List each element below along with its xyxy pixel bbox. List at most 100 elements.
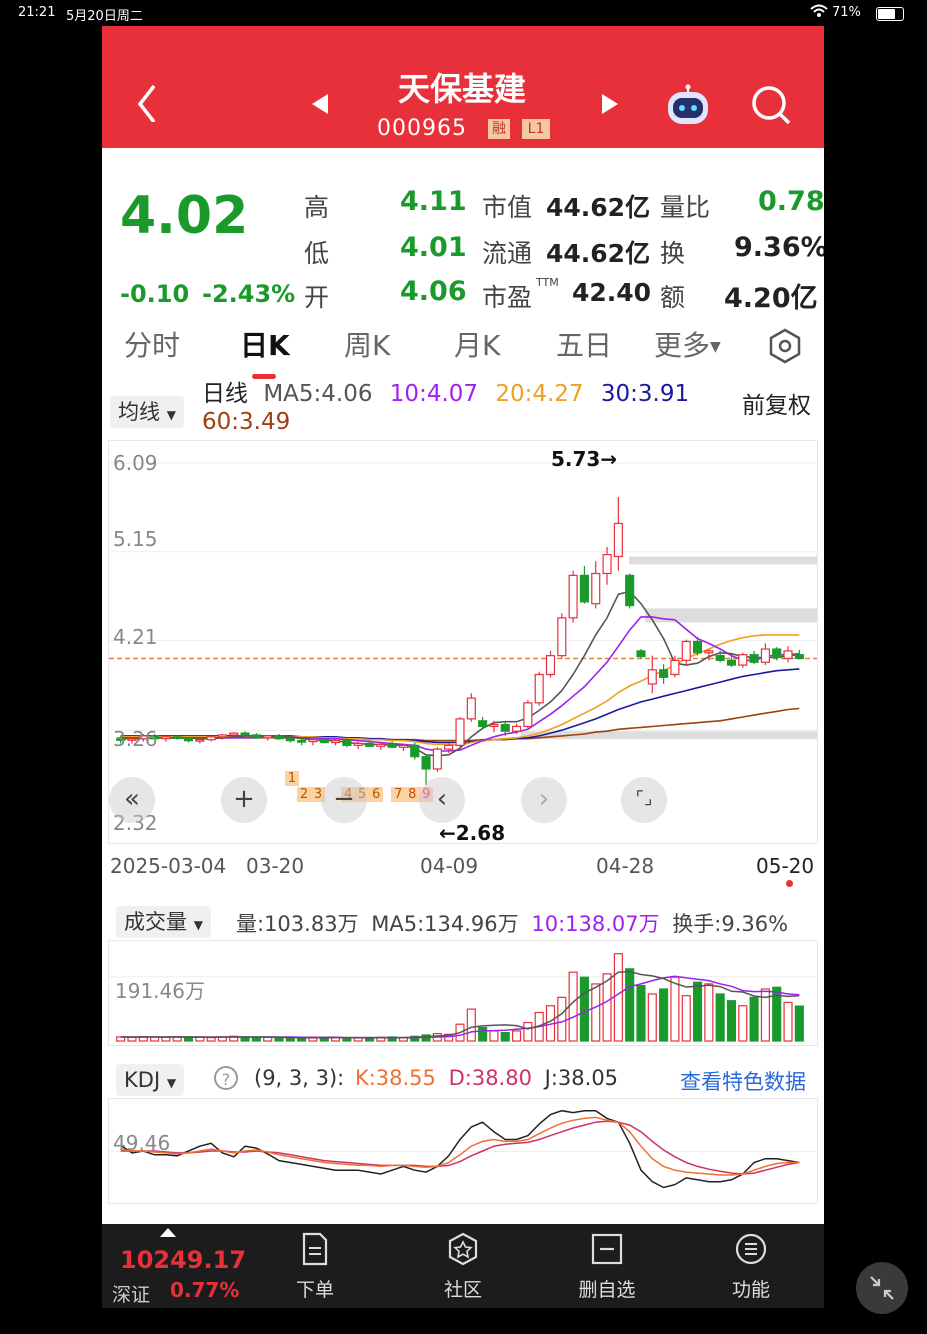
prev-stock-button[interactable] <box>308 92 332 116</box>
y-label-3: 4.21 <box>113 625 158 649</box>
next-stock-button[interactable] <box>598 92 622 116</box>
scroll-start-button[interactable]: « <box>109 777 155 823</box>
expand-up-icon[interactable] <box>160 1228 176 1237</box>
ma20-value: 20:4.27 <box>495 381 584 407</box>
tab-more[interactable]: 更多▼ <box>654 326 721 386</box>
badge-7: 7 <box>391 787 406 802</box>
zoom-out-button[interactable]: − <box>321 777 367 823</box>
pattern-badges: 1 <box>285 771 299 786</box>
x-label-4: 04-28 <box>596 854 655 878</box>
nav-remove-watchlist-label: 删自选 <box>578 1279 636 1301</box>
volume-bar-up <box>511 1030 522 1042</box>
scroll-right-button[interactable]: › <box>521 777 567 823</box>
candle-down <box>240 732 250 736</box>
latest-dot <box>786 880 793 887</box>
candle-down <box>659 669 669 678</box>
x-label-3: 04-09 <box>420 854 479 878</box>
index-name: 深证 <box>112 1284 151 1306</box>
candle-down <box>297 740 307 743</box>
nav-community[interactable]: 社区 <box>418 1232 508 1302</box>
candle-down <box>636 650 646 658</box>
candle-up <box>670 659 680 676</box>
hexagon-settings-icon <box>769 328 801 364</box>
candle-up <box>647 669 657 685</box>
volume-bar-down <box>726 1000 737 1042</box>
candle-up <box>376 743 386 747</box>
settings-button[interactable] <box>768 328 802 364</box>
open-value: 4.06 <box>400 276 467 307</box>
status-bar: 21:21 5月20日周二 71% <box>0 0 927 26</box>
kdj-indicator-label: KDJ <box>124 1068 161 1092</box>
x-label-2: 03-20 <box>246 854 305 878</box>
kdj-indicator-select[interactable]: KDJ ▼ <box>116 1064 185 1096</box>
adjust-mode-button[interactable]: 前复权 <box>742 386 811 420</box>
kdj-chart[interactable]: 49.46 <box>108 1098 818 1204</box>
tab-monthly[interactable]: 月K <box>454 326 500 386</box>
robot-assistant-button[interactable] <box>664 84 712 128</box>
kdj-y-label: 49.46 <box>113 1131 171 1155</box>
volume-bar-down <box>579 976 589 1042</box>
volume-bar-down <box>692 981 703 1042</box>
ma-indicator-select[interactable]: 均线 ▼ <box>110 396 184 428</box>
index-value[interactable]: 10249.17 <box>120 1246 246 1274</box>
volume-bar-up <box>783 1001 793 1042</box>
search-button[interactable] <box>750 84 792 126</box>
kdj-k: K:38.55 <box>354 1066 436 1090</box>
pressure-band <box>629 556 817 565</box>
volume-bar-up <box>161 1036 171 1042</box>
candle-up <box>432 748 442 770</box>
candle-down <box>726 659 737 666</box>
candle-down <box>715 655 725 661</box>
candle-up <box>557 617 567 657</box>
view-feature-data-link[interactable]: 查看特色数据 <box>680 1066 806 1096</box>
volume-bar-down <box>625 968 635 1042</box>
kdj-svg <box>109 1109 817 1189</box>
ma-legend: 日线 MA5:4.06 10:4.07 20:4.27 30:3.91 <box>202 380 812 409</box>
pe-value: 42.40 <box>572 278 652 307</box>
volume-indicator-select[interactable]: 成交量 ▼ <box>116 906 211 938</box>
tab-five-day[interactable]: 五日 <box>556 326 612 386</box>
candle-down <box>625 574 635 607</box>
volume-bar-down <box>319 1037 329 1042</box>
scroll-left-button[interactable]: ‹ <box>419 777 465 823</box>
volume-bar-down <box>478 1026 488 1042</box>
kline-chart[interactable]: 6.09 5.15 4.21 3.26 2.32 5.73→ ←2.68 1 2… <box>108 440 818 845</box>
badge-2: 2 <box>297 787 311 802</box>
nav-order[interactable]: 下单 <box>270 1232 360 1302</box>
candle-up <box>263 735 273 739</box>
nav-functions[interactable]: 功能 <box>706 1232 796 1302</box>
volume-bar-down <box>715 993 725 1042</box>
shrink-window-button[interactable] <box>856 1262 908 1314</box>
pe-ttm-sup: TTM <box>536 276 559 289</box>
tab-weekly[interactable]: 周K <box>344 326 390 386</box>
volume-bar-up <box>591 983 601 1042</box>
volratio-label: 量比 <box>660 193 711 222</box>
fullscreen-button[interactable]: ⌜⌟ <box>621 777 667 823</box>
kline-svg <box>109 462 817 786</box>
volume-bar-up <box>308 1037 318 1042</box>
candle-up <box>308 739 318 743</box>
star-badge-icon <box>448 1232 478 1266</box>
volume-bar-up <box>670 976 680 1042</box>
candle-up <box>466 697 476 720</box>
caret-down-icon: ▼ <box>166 408 176 422</box>
tab-intraday[interactable]: 分时 <box>124 326 180 386</box>
volume-bar-up <box>647 993 657 1042</box>
volume-bar-down <box>659 988 669 1042</box>
volume-bar-up <box>738 1005 748 1042</box>
price-change-pct: -2.43% <box>202 280 296 308</box>
back-icon <box>137 84 156 124</box>
volume-chart[interactable]: 191.46万 <box>108 940 818 1046</box>
volume-bar-up <box>613 953 623 1042</box>
help-icon[interactable]: ? <box>214 1066 238 1090</box>
nav-remove-watchlist[interactable]: 删自选 <box>562 1232 652 1302</box>
zoom-in-button[interactable]: + <box>221 777 267 823</box>
candle-down <box>364 742 375 747</box>
back-button[interactable] <box>130 82 170 124</box>
volume-bar-up <box>602 973 612 1042</box>
candle-up <box>613 522 623 558</box>
candle-down <box>478 720 488 728</box>
volume-y-label: 191.46万 <box>115 979 205 1003</box>
candle-up <box>681 640 691 661</box>
badge-8: 8 <box>405 787 420 802</box>
